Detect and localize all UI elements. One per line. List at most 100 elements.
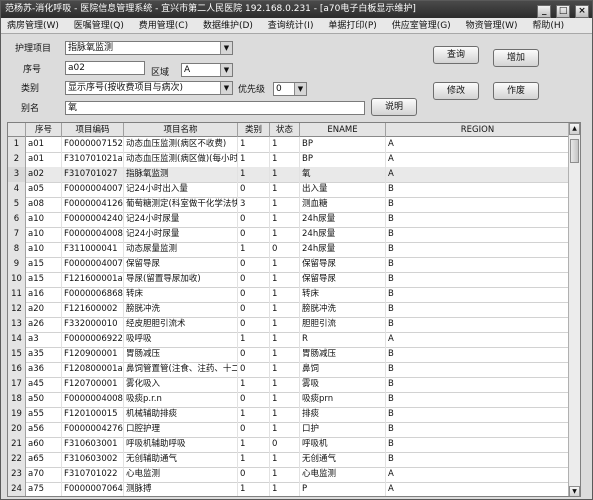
table-row[interactable]: 17 a45 F120700001 雾化吸入 1 1 雾吸 B: [8, 377, 580, 393]
add-button[interactable]: 增加: [493, 49, 539, 67]
menu-data-maintenance[interactable]: 数据维护(D): [197, 18, 259, 34]
menu-order-management[interactable]: 医嘱管理(Q): [68, 18, 130, 34]
chevron-down-icon[interactable]: ▼: [220, 64, 232, 76]
table-row[interactable]: 20 a56 F00000042762 口腔护理 0 1 口护 B: [8, 422, 580, 438]
table-row[interactable]: 19 a55 F120100015 机械辅助排痰 1 1 排痰 B: [8, 407, 580, 423]
cell-item-name: 雾化吸入: [124, 377, 238, 392]
table-row[interactable]: 21 a60 F310603001 呼吸机辅助呼吸 1 0 呼吸机 B: [8, 437, 580, 453]
alias-input[interactable]: 氧: [65, 101, 365, 115]
table-row[interactable]: 8 a10 F311000041 动态尿量监测 1 0 24h尿量 B: [8, 242, 580, 258]
nursing-item-select[interactable]: 指脉氧监测 ▼: [65, 41, 233, 55]
chevron-down-icon[interactable]: ▼: [220, 42, 232, 54]
cell-item-code: F00000040074: [62, 257, 124, 272]
cell-seq: a15: [26, 272, 62, 287]
cell-category: 0: [238, 392, 270, 407]
cell-seq: a02: [26, 167, 62, 182]
region-select[interactable]: A ▼: [181, 63, 233, 77]
close-button[interactable]: ×: [575, 5, 589, 18]
menu-supply-management[interactable]: 供应室管理(G): [386, 18, 457, 34]
application-window: 范杨苏-消化呼吸 - 医院信息管理系统 - 宜兴市第二人民医院 192.168.…: [0, 0, 593, 500]
header-region[interactable]: REGION: [386, 123, 570, 137]
grid-body: 1 a01 F00000071520 动态血压监测(病区不收费) 1 1 BP …: [8, 137, 580, 496]
cell-item-name: 转床: [124, 287, 238, 302]
modify-button[interactable]: 修改: [433, 82, 479, 100]
cell-status: 1: [270, 197, 300, 212]
seq-input[interactable]: a02: [65, 61, 145, 75]
cell-region: B: [386, 197, 570, 212]
category-select[interactable]: 显示序号(按收费项目与病次) ▼: [65, 81, 233, 95]
table-row[interactable]: 13 a26 F332000010 经皮胆胆引流术 0 1 胆胆引流 B: [8, 317, 580, 333]
cell-region: B: [386, 407, 570, 422]
menu-materials-management[interactable]: 物资管理(W): [460, 18, 524, 34]
table-row[interactable]: 1 a01 F00000071520 动态血压监测(病区不收费) 1 1 BP …: [8, 137, 580, 153]
menu-help[interactable]: 帮助(H): [526, 18, 570, 34]
cell-seq: a65: [26, 452, 62, 467]
title-bar[interactable]: 范杨苏-消化呼吸 - 医院信息管理系统 - 宜兴市第二人民医院 192.168.…: [1, 1, 592, 18]
cell-item-code: F332000010: [62, 317, 124, 332]
cell-category: 1: [238, 167, 270, 182]
table-row[interactable]: 10 a15 F121600001a 导尿(留置导尿加收) 0 1 保留导尿 B: [8, 272, 580, 288]
row-number: 23: [8, 467, 26, 482]
scroll-thumb[interactable]: [570, 139, 579, 163]
vertical-scrollbar[interactable]: ▲ ▼: [568, 123, 580, 496]
data-grid: 序号 项目编码 项目名称 类别 状态 ENAME REGION 1 a01 F0…: [7, 122, 581, 497]
table-row[interactable]: 7 a10 F00000040083 记24小时尿量 0 1 24h尿量 B: [8, 227, 580, 243]
cell-status: 1: [270, 332, 300, 347]
cell-item-name: 胃肠减压: [124, 347, 238, 362]
cell-category: 1: [238, 152, 270, 167]
maximize-button[interactable]: □: [556, 5, 571, 18]
menu-query-statistics[interactable]: 查询统计(I): [262, 18, 320, 34]
query-button[interactable]: 查询: [433, 46, 479, 64]
cell-category: 1: [238, 332, 270, 347]
table-row[interactable]: 15 a35 F120900001 胃肠减压 0 1 胃肠减压 B: [8, 347, 580, 363]
cell-status: 1: [270, 377, 300, 392]
chevron-down-icon[interactable]: ▼: [220, 82, 232, 94]
header-item-name[interactable]: 项目名称: [124, 123, 238, 137]
chevron-down-icon[interactable]: ▼: [294, 83, 306, 95]
cell-ename: R: [300, 332, 386, 347]
priority-label: 优先级: [238, 85, 266, 95]
header-item-code[interactable]: 项目编码: [62, 123, 124, 137]
table-row[interactable]: 3 a02 F310701027 指脉氧监测 1 1 氧 A: [8, 167, 580, 183]
table-row[interactable]: 12 a20 F121600002 膀胱冲洗 0 1 膀胱冲洗 B: [8, 302, 580, 318]
header-ename[interactable]: ENAME: [300, 123, 386, 137]
table-row[interactable]: 4 a05 F00000040077 记24小时出入量 0 1 出入量 B: [8, 182, 580, 198]
table-row[interactable]: 16 a36 F120800001a 鼻饲管置管(注食、注药、十二指肠) 0 1…: [8, 362, 580, 378]
cell-seq: a16: [26, 287, 62, 302]
scroll-up-icon[interactable]: ▲: [569, 123, 580, 135]
void-button[interactable]: 作废: [493, 82, 539, 100]
table-row[interactable]: 18 a50 F00000040082 吸痰p.r.n 0 1 吸痰prn B: [8, 392, 580, 408]
table-row[interactable]: 24 a75 F00000070640 测脉搏 1 1 P A: [8, 482, 580, 496]
table-row[interactable]: 11 a16 F00000068680 转床 0 1 转床 B: [8, 287, 580, 303]
table-row[interactable]: 9 a15 F00000040074 保留导尿 0 1 保留导尿 B: [8, 257, 580, 273]
explain-button[interactable]: 说明: [371, 98, 417, 116]
priority-select[interactable]: 0 ▼: [273, 82, 307, 96]
table-row[interactable]: 22 a65 F310603002 无创辅助通气 1 1 无创通气 B: [8, 452, 580, 468]
cell-item-name: 鼻饲管置管(注食、注药、十二指肠): [124, 362, 238, 377]
header-status[interactable]: 状态: [270, 123, 300, 137]
menu-document-print[interactable]: 单据打印(P): [322, 18, 382, 34]
cell-status: 1: [270, 137, 300, 152]
table-row[interactable]: 23 a70 F310701022 心电监测 0 1 心电监测 A: [8, 467, 580, 483]
cell-item-code: F00000068680: [62, 287, 124, 302]
table-row[interactable]: 2 a01 F310701021a 动态血压监测(病区做)(每小时) 1 1 B…: [8, 152, 580, 168]
cell-item-name: 葡萄糖测定(科室做干化学法快速): [124, 197, 238, 212]
cell-seq: a01: [26, 137, 62, 152]
cell-item-name: 口腔护理: [124, 422, 238, 437]
cell-seq: a3: [26, 332, 62, 347]
header-seq[interactable]: 序号: [26, 123, 62, 137]
row-number: 21: [8, 437, 26, 452]
menu-ward-management[interactable]: 病房管理(W): [1, 18, 65, 34]
table-row[interactable]: 5 a08 F00000041260 葡萄糖测定(科室做干化学法快速) 3 1 …: [8, 197, 580, 213]
scroll-down-icon[interactable]: ▼: [569, 486, 580, 496]
cell-seq: a35: [26, 347, 62, 362]
cell-category: 0: [238, 317, 270, 332]
table-row[interactable]: 6 a10 F00000042405 记24小时尿量 0 1 24h尿量 B: [8, 212, 580, 228]
cell-status: 1: [270, 182, 300, 197]
table-row[interactable]: 14 a3 F00000069220 吸呼吸 1 1 R A: [8, 332, 580, 348]
menu-fee-management[interactable]: 费用管理(C): [133, 18, 194, 34]
cell-status: 1: [270, 287, 300, 302]
header-category[interactable]: 类别: [238, 123, 270, 137]
minimize-button[interactable]: _: [537, 5, 552, 18]
cell-ename: 心电监测: [300, 467, 386, 482]
